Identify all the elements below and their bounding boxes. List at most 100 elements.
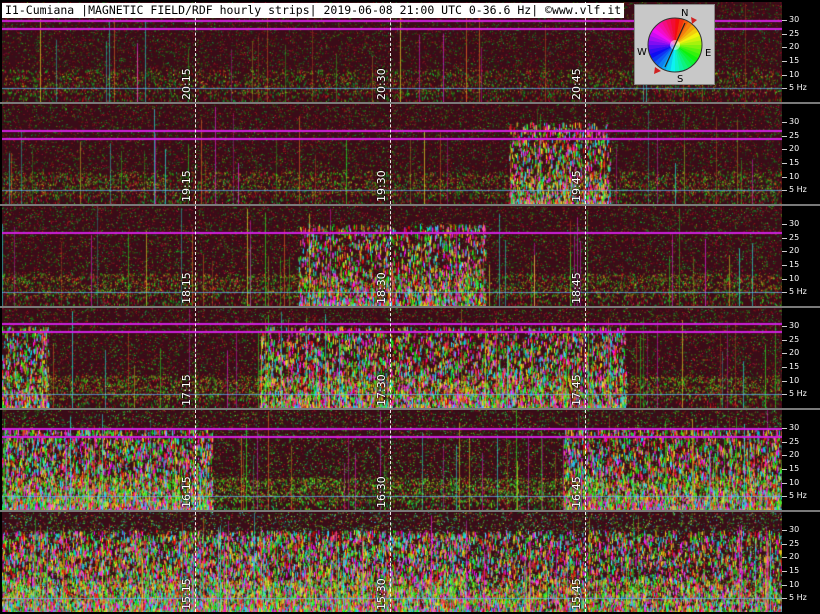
quarter-hour-marker bbox=[585, 410, 586, 510]
quarter-hour-marker bbox=[390, 308, 391, 408]
frequency-axis: 30 25 20 15 10 5 Hz bbox=[782, 410, 820, 510]
spectrogram-strip: 16:15 16:30 16:45 bbox=[2, 410, 782, 510]
axis-tick bbox=[782, 543, 787, 545]
compass-south-label: S bbox=[677, 74, 683, 84]
axis-tick-label: 15 bbox=[789, 566, 800, 576]
strip-separator bbox=[0, 306, 820, 308]
axis-tick-label: 20 bbox=[789, 144, 800, 154]
chart-title: I1-Cumiana |MAGNETIC FIELD/RDF hourly st… bbox=[2, 3, 625, 18]
frequency-axis: 30 25 20 15 10 5 Hz bbox=[782, 206, 820, 306]
time-label: 20:15 bbox=[180, 68, 193, 100]
axis-tick-label: 25 bbox=[789, 334, 800, 344]
quarter-hour-marker bbox=[585, 104, 586, 204]
spectrogram-canvas bbox=[2, 308, 782, 408]
axis-tick bbox=[782, 20, 787, 22]
quarter-hour-marker bbox=[390, 104, 391, 204]
axis-tick bbox=[782, 496, 787, 498]
axis-tick bbox=[782, 61, 787, 63]
axis-tick-label: 30 bbox=[789, 219, 800, 229]
axis-tick bbox=[782, 237, 787, 239]
spectrogram-canvas bbox=[2, 410, 782, 510]
time-label: 19:15 bbox=[180, 170, 193, 202]
axis-tick-label: 30 bbox=[789, 117, 800, 127]
time-label: 19:30 bbox=[375, 170, 388, 202]
axis-tick-label: 20 bbox=[789, 246, 800, 256]
quarter-hour-marker bbox=[195, 104, 196, 204]
axis-tick-label: 25 bbox=[789, 130, 800, 140]
axis-tick bbox=[782, 265, 787, 267]
axis-tick bbox=[782, 530, 787, 532]
spectrogram-strip: 17:15 17:30 17:45 bbox=[2, 308, 782, 408]
axis-tick bbox=[782, 428, 787, 430]
quarter-hour-marker bbox=[195, 308, 196, 408]
axis-tick-label: 15 bbox=[789, 56, 800, 66]
compass-north-label: N bbox=[681, 8, 688, 19]
spectrogram-canvas bbox=[2, 206, 782, 306]
frequency-axis: 30 25 20 15 10 5 Hz bbox=[782, 104, 820, 204]
axis-tick bbox=[782, 482, 787, 484]
time-label: 18:15 bbox=[180, 272, 193, 304]
spectrogram-strip: 15:15 15:30 15:45 bbox=[2, 512, 782, 612]
axis-tick-label: 30 bbox=[789, 15, 800, 25]
axis-tick bbox=[782, 122, 787, 124]
spectrogram-strip: 19:15 19:30 19:45 bbox=[2, 104, 782, 204]
axis-tick bbox=[782, 441, 787, 443]
spectrogram-strip: 18:15 18:30 18:45 bbox=[2, 206, 782, 306]
axis-tick bbox=[782, 47, 787, 49]
axis-tick-label: 5 Hz bbox=[789, 185, 807, 195]
axis-tick bbox=[782, 149, 787, 151]
axis-tick bbox=[782, 353, 787, 355]
time-label: 18:45 bbox=[570, 272, 583, 304]
axis-tick bbox=[782, 339, 787, 341]
axis-tick-label: 5 Hz bbox=[789, 83, 807, 93]
axis-tick bbox=[782, 584, 787, 586]
quarter-hour-marker bbox=[195, 512, 196, 612]
axis-tick bbox=[782, 88, 787, 90]
axis-tick-label: 25 bbox=[789, 538, 800, 548]
axis-tick-label: 20 bbox=[789, 348, 800, 358]
axis-tick bbox=[782, 163, 787, 165]
time-label: 16:15 bbox=[180, 476, 193, 508]
time-label: 16:45 bbox=[570, 476, 583, 508]
frequency-axis: 30 25 20 15 10 5 Hz bbox=[782, 2, 820, 102]
axis-tick bbox=[782, 394, 787, 396]
axis-tick bbox=[782, 326, 787, 328]
time-label: 20:30 bbox=[375, 68, 388, 100]
compass-west-label: W bbox=[637, 47, 647, 58]
axis-tick bbox=[782, 469, 787, 471]
quarter-hour-marker bbox=[390, 512, 391, 612]
quarter-hour-marker bbox=[390, 206, 391, 306]
axis-tick-label: 10 bbox=[789, 171, 800, 181]
spectrogram-canvas bbox=[2, 104, 782, 204]
axis-tick bbox=[782, 292, 787, 294]
axis-tick-label: 20 bbox=[789, 450, 800, 460]
rdf-direction-compass-icon: N E S W bbox=[634, 4, 715, 85]
compass-east-label: E bbox=[705, 48, 711, 59]
time-label: 18:30 bbox=[375, 272, 388, 304]
time-label: 15:45 bbox=[570, 578, 583, 610]
axis-tick bbox=[782, 190, 787, 192]
axis-tick-label: 15 bbox=[789, 362, 800, 372]
strip-separator bbox=[0, 204, 820, 206]
axis-tick-label: 5 Hz bbox=[789, 287, 807, 297]
axis-tick bbox=[782, 224, 787, 226]
axis-tick bbox=[782, 135, 787, 137]
frequency-axis: 30 25 20 15 10 5 Hz bbox=[782, 308, 820, 408]
axis-tick bbox=[782, 33, 787, 35]
axis-tick-label: 20 bbox=[789, 42, 800, 52]
axis-tick-label: 30 bbox=[789, 423, 800, 433]
axis-tick-label: 30 bbox=[789, 525, 800, 535]
axis-tick-label: 5 Hz bbox=[789, 593, 807, 603]
axis-tick-label: 10 bbox=[789, 69, 800, 79]
axis-tick-label: 10 bbox=[789, 477, 800, 487]
time-label: 17:15 bbox=[180, 374, 193, 406]
time-label: 15:30 bbox=[375, 578, 388, 610]
axis-tick bbox=[782, 367, 787, 369]
axis-tick-label: 10 bbox=[789, 375, 800, 385]
time-label: 15:15 bbox=[180, 578, 193, 610]
axis-tick-label: 10 bbox=[789, 579, 800, 589]
axis-tick-label: 25 bbox=[789, 28, 800, 38]
axis-tick-label: 5 Hz bbox=[789, 491, 807, 501]
axis-tick bbox=[782, 598, 787, 600]
quarter-hour-marker bbox=[585, 206, 586, 306]
